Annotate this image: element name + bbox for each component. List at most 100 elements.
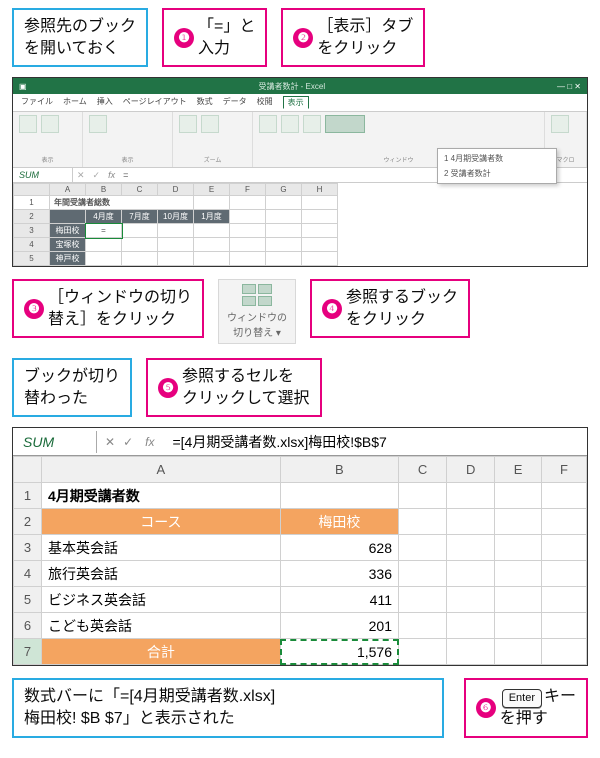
step-text-3: ［ウィンドウの切り 替え］をクリック (48, 287, 192, 330)
ruler-icon[interactable] (89, 115, 107, 133)
col-hdr[interactable]: E (194, 184, 230, 196)
callout-book-switched: ブックが切り 替わった (12, 358, 132, 417)
table-row[interactable]: こども英会話 (42, 613, 281, 639)
step-text-6: Enterキー を押す (500, 686, 576, 729)
worksheet-2[interactable]: A B C D E F 14月期受講者数 2 コース 梅田校 3基本英会話628… (13, 456, 587, 665)
confirm-icon[interactable]: ✓ (123, 435, 133, 449)
table-row[interactable]: 旅行英会話 (42, 561, 281, 587)
col-hdr-a[interactable]: A (42, 457, 281, 483)
tab-view[interactable]: 表示 (283, 96, 309, 109)
col-hdr[interactable]: B (86, 184, 122, 196)
formula-input-2[interactable]: =[4月期受講者数.xlsx]梅田校!$B$7 (166, 432, 587, 452)
excel-window-1: ▣ 受講者数計 - Excel — □ ✕ ファイル ホーム 挿入 ページレイア… (12, 77, 588, 267)
table-cell[interactable]: 628 (280, 535, 398, 561)
group-show-label: 表示 (89, 155, 166, 164)
col-hdr-c[interactable]: C (399, 457, 447, 483)
titlebar: ▣ 受講者数計 - Excel — □ ✕ (13, 78, 587, 94)
callout-step-5: ❺ 参照するセルを クリックして選択 (146, 358, 322, 417)
name-box-2[interactable]: SUM (13, 431, 97, 453)
tab-layout[interactable]: ページレイアウト (123, 96, 187, 109)
formula-bar-2[interactable]: SUM ✕ ✓ fx =[4月期受講者数.xlsx]梅田校!$B$7 (13, 428, 587, 456)
cancel-icon[interactable]: ✕ (73, 170, 89, 181)
table-cell[interactable]: 336 (280, 561, 398, 587)
step-text-4: 参照するブック をクリック (346, 287, 458, 330)
table-row[interactable]: ビジネス英会話 (42, 587, 281, 613)
fx-icon[interactable]: fx (141, 435, 158, 449)
view-mode-icon[interactable] (19, 115, 37, 133)
tab-file[interactable]: ファイル (21, 96, 53, 109)
step-badge-2: ❷ (293, 28, 313, 48)
zoom-100-icon[interactable] (201, 115, 219, 133)
switch-window-chip: ウィンドウの 切り替え ▾ (218, 279, 296, 344)
step-text-5: 参照するセルを クリックして選択 (182, 366, 310, 409)
sheet-title: 年間受講者総数 (50, 196, 194, 210)
col-hdr[interactable]: A (50, 184, 86, 196)
callout-open-ref-book: 参照先のブック を開いておく (12, 8, 148, 67)
enter-key-icon: Enter (502, 689, 542, 708)
excel-logo-icon: ▣ (19, 82, 27, 91)
dropdown-item-1[interactable]: 1 4月期受講者数 (438, 151, 556, 166)
macro-icon[interactable] (551, 115, 569, 133)
hdr-cell: 4月度 (86, 210, 122, 224)
col-hdr-f[interactable]: F (541, 457, 586, 483)
active-cell[interactable]: = (86, 224, 122, 238)
hdr-cell: 7月度 (122, 210, 158, 224)
freeze-icon[interactable] (303, 115, 321, 133)
step-text-1: 「=」と 入力 (198, 16, 255, 59)
row-label: 神戸校 (50, 252, 86, 266)
fx-icon[interactable]: fx (104, 170, 119, 180)
arrange-icon[interactable] (281, 115, 299, 133)
table-cell[interactable]: 201 (280, 613, 398, 639)
worksheet-mini[interactable]: A B C D E F G H 1年間受講者総数 2 4月度 7月度 10月度 … (13, 183, 587, 266)
zoom-icon[interactable] (179, 115, 197, 133)
step-badge-3: ❸ (24, 299, 44, 319)
step-badge-6: ❻ (476, 698, 496, 718)
col-hdr[interactable]: H (302, 184, 338, 196)
name-box[interactable]: SUM (13, 168, 73, 182)
tab-review[interactable]: 校閲 (257, 96, 273, 109)
new-window-icon[interactable] (259, 115, 277, 133)
tab-insert[interactable]: 挿入 (97, 96, 113, 109)
hdr-cell: 10月度 (158, 210, 194, 224)
table-row[interactable]: 基本英会話 (42, 535, 281, 561)
window-title: 受講者数計 - Excel (258, 81, 325, 92)
select-all[interactable] (14, 184, 50, 196)
hdr-cell: 1月度 (194, 210, 230, 224)
callout-step-1: ❶ 「=」と 入力 (162, 8, 267, 67)
row-label: 梅田校 (50, 224, 86, 238)
window-controls[interactable]: — □ ✕ (557, 82, 581, 91)
view-mode-icon[interactable] (41, 115, 59, 133)
hdr-umeda: 梅田校 (280, 509, 398, 535)
switch-chip-label: ウィンドウの 切り替え ▾ (227, 309, 287, 339)
row-label: 宝塚校 (50, 238, 86, 252)
group-zoom-label: ズーム (179, 155, 246, 164)
table-cell[interactable]: 411 (280, 587, 398, 613)
confirm-icon[interactable]: ✓ (89, 170, 105, 181)
step-text-2: ［表示］タブ をクリック (317, 16, 413, 59)
col-hdr[interactable]: C (122, 184, 158, 196)
cancel-icon[interactable]: ✕ (105, 435, 115, 449)
col-hdr[interactable]: D (158, 184, 194, 196)
selected-cell-b7[interactable]: 1,576 (280, 639, 398, 665)
callout-formula-shown: 数式バーに「=[4月期受講者数.xlsx] 梅田校! $B $7」と表示された (12, 678, 444, 737)
switch-window-icon (242, 284, 272, 306)
step-badge-4: ❹ (322, 299, 342, 319)
hdr-course: コース (42, 509, 281, 535)
step-badge-1: ❶ (174, 28, 194, 48)
col-hdr[interactable]: F (230, 184, 266, 196)
dropdown-item-2[interactable]: 2 受講者数計 (438, 166, 556, 181)
col-hdr-b[interactable]: B (280, 457, 398, 483)
col-hdr-d[interactable]: D (447, 457, 495, 483)
tab-home[interactable]: ホーム (63, 96, 87, 109)
tab-data[interactable]: データ (223, 96, 247, 109)
switch-window-dropdown[interactable]: 1 4月期受講者数 2 受講者数計 (437, 148, 557, 184)
switch-window-button[interactable] (325, 115, 365, 133)
callout-step-3: ❸ ［ウィンドウの切り 替え］をクリック (12, 279, 204, 338)
ribbon-tabs[interactable]: ファイル ホーム 挿入 ページレイアウト 数式 データ 校閲 表示 (13, 94, 587, 112)
col-hdr-e[interactable]: E (495, 457, 542, 483)
tab-formulas[interactable]: 数式 (197, 96, 213, 109)
sheet2-title: 4月期受講者数 (42, 483, 281, 509)
group-view-label: 表示 (19, 155, 76, 164)
col-hdr[interactable]: G (266, 184, 302, 196)
select-all[interactable] (14, 457, 42, 483)
